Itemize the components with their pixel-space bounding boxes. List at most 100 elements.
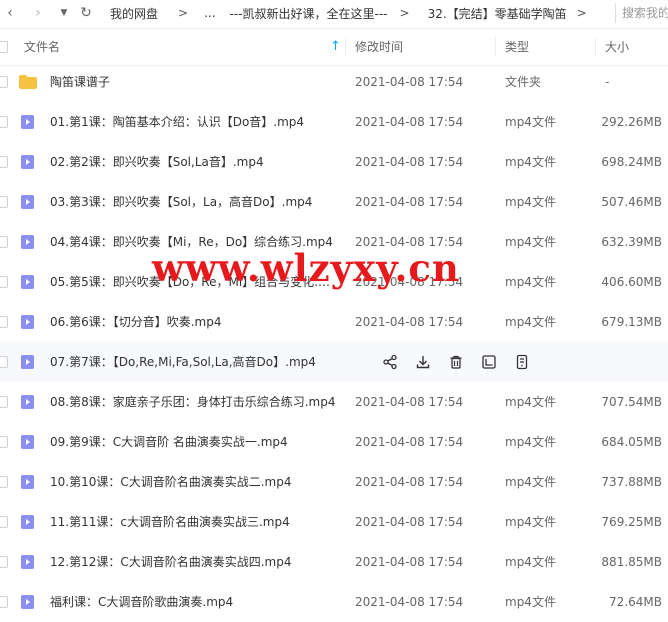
column-divider[interactable] xyxy=(595,37,596,57)
file-size: 72.64MB xyxy=(609,595,662,609)
row-checkbox[interactable] xyxy=(0,436,8,448)
modified-date: 2021-04-08 17:54 xyxy=(355,115,464,129)
row-checkbox[interactable] xyxy=(0,76,8,88)
file-row[interactable]: 03.第3课：即兴吹奏【Sol，La，高音Do】.mp4 2021-04-08 1… xyxy=(0,182,668,222)
video-file-icon xyxy=(18,554,38,570)
file-size: 632.39MB xyxy=(601,235,662,249)
column-modified-header[interactable]: 修改时间 xyxy=(355,29,403,65)
file-row[interactable]: 07.第7课：【Do,Re,Mi,Fa,Sol,La,高音Do】.mp4 xyxy=(0,342,668,382)
download-icon[interactable] xyxy=(413,353,432,371)
file-row[interactable]: 12.第12课：C大调音阶名曲演奏实战四.mp4 2021-04-08 17:54… xyxy=(0,542,668,582)
file-row[interactable]: 09.第9课：C大调音阶 名曲演奏实战一.mp4 2021-04-08 17:54… xyxy=(0,422,668,462)
file-type: mp4文件 xyxy=(505,435,556,449)
file-size: 707.54MB xyxy=(601,395,662,409)
file-type: mp4文件 xyxy=(505,235,556,249)
file-type: mp4文件 xyxy=(505,155,556,169)
file-name[interactable]: 03.第3课：即兴吹奏【Sol，La，高音Do】.mp4 xyxy=(50,182,340,222)
arrow-up-icon[interactable]: ↑ xyxy=(330,29,341,65)
row-checkbox[interactable] xyxy=(0,316,8,328)
modified-date: 2021-04-08 17:54 xyxy=(355,395,464,409)
file-name[interactable]: 福利课：C大调音阶歌曲演奏.mp4 xyxy=(50,582,340,622)
refresh-icon[interactable]: ↻ xyxy=(76,5,96,21)
video-file-icon xyxy=(18,154,38,170)
modified-date: 2021-04-08 17:54 xyxy=(355,155,464,169)
file-name[interactable]: 11.第11课：c大调音阶名曲演奏实战三.mp4 xyxy=(50,502,340,542)
file-name[interactable]: 08.第8课：家庭亲子乐团：身体打击乐综合练习.mp4 xyxy=(50,382,340,422)
chevron-right-icon[interactable]: › xyxy=(28,5,48,21)
file-row[interactable]: 02.第2课：即兴吹奏【Sol,La音】.mp4 2021-04-08 17:54… xyxy=(0,142,668,182)
file-type: mp4文件 xyxy=(505,395,556,409)
file-row[interactable]: 11.第11课：c大调音阶名曲演奏实战三.mp4 2021-04-08 17:54… xyxy=(0,502,668,542)
breadcrumb-parent[interactable]: ---凯叔新出好课，全在这里--- xyxy=(230,5,388,22)
video-file-icon xyxy=(18,474,38,490)
file-size: 881.85MB xyxy=(601,555,662,569)
file-name[interactable]: 06.第6课：【切分音】吹奏.mp4 xyxy=(50,302,340,342)
file-row[interactable]: 福利课：C大调音阶歌曲演奏.mp4 2021-04-08 17:54 mp4文件 72… xyxy=(0,582,668,622)
folder-row[interactable]: 陶笛课谱子 2021-04-08 17:54 文件夹 - xyxy=(0,62,668,102)
row-checkbox[interactable] xyxy=(0,196,8,208)
file-name[interactable]: 陶笛课谱子 xyxy=(50,62,340,102)
file-size: 406.60MB xyxy=(601,275,662,289)
column-size-header[interactable]: 大小 xyxy=(605,29,629,65)
file-type: mp4文件 xyxy=(505,475,556,489)
video-file-icon xyxy=(18,194,38,210)
watermark: www.wlzyxy.cn xyxy=(152,246,460,290)
search-input[interactable]: 搜索我的 xyxy=(615,3,668,23)
file-size: 737.88MB xyxy=(601,475,662,489)
file-type: mp4文件 xyxy=(505,555,556,569)
modified-date: 2021-04-08 17:54 xyxy=(355,75,464,89)
file-name[interactable]: 09.第9课：C大调音阶 名曲演奏实战一.mp4 xyxy=(50,422,340,462)
row-checkbox[interactable] xyxy=(0,476,8,488)
modified-date: 2021-04-08 17:54 xyxy=(355,475,464,489)
delete-icon[interactable] xyxy=(446,353,465,371)
row-checkbox[interactable] xyxy=(0,116,8,128)
file-name[interactable]: 12.第12课：C大调音阶名曲演奏实战四.mp4 xyxy=(50,542,340,582)
more-icon[interactable] xyxy=(512,353,531,371)
row-checkbox[interactable] xyxy=(0,556,8,568)
folder-icon xyxy=(18,74,38,90)
file-type: mp4文件 xyxy=(505,115,556,129)
file-row[interactable]: 08.第8课：家庭亲子乐团：身体打击乐综合练习.mp4 2021-04-08 17… xyxy=(0,382,668,422)
caret-down-icon[interactable]: ▼ xyxy=(54,8,74,18)
rename-icon[interactable] xyxy=(479,353,498,371)
modified-date: 2021-04-08 17:54 xyxy=(355,435,464,449)
select-all-checkbox[interactable] xyxy=(0,41,8,53)
file-type: mp4文件 xyxy=(505,315,556,329)
share-icon[interactable] xyxy=(380,353,399,371)
row-checkbox[interactable] xyxy=(0,156,8,168)
modified-date: 2021-04-08 17:54 xyxy=(355,515,464,529)
file-type: 文件夹 xyxy=(505,75,542,89)
modified-date: 2021-04-08 17:54 xyxy=(355,195,464,209)
row-checkbox[interactable] xyxy=(0,516,8,528)
file-row[interactable]: 06.第6课：【切分音】吹奏.mp4 2021-04-08 17:54 mp4文件 6… xyxy=(0,302,668,342)
file-row[interactable]: 10.第10课：C大调音阶名曲演奏实战二.mp4 2021-04-08 17:54… xyxy=(0,462,668,502)
breadcrumb-root[interactable]: 我的网盘 xyxy=(110,5,158,22)
file-size: 679.13MB xyxy=(601,315,662,329)
row-checkbox[interactable] xyxy=(0,236,8,248)
row-checkbox[interactable] xyxy=(0,276,8,288)
video-file-icon xyxy=(18,114,38,130)
column-divider[interactable] xyxy=(345,37,346,57)
row-checkbox[interactable] xyxy=(0,396,8,408)
row-checkbox[interactable] xyxy=(0,596,8,608)
breadcrumb-ellipsis[interactable]: ... xyxy=(204,6,215,20)
file-name[interactable]: 07.第7课：【Do,Re,Mi,Fa,Sol,La,高音Do】.mp4 xyxy=(50,342,370,382)
file-size: - xyxy=(605,75,610,89)
file-row[interactable]: 01.第1课：陶笛基本介绍：认识【Do音】.mp4 2021-04-08 17:5… xyxy=(0,102,668,142)
chevron-left-icon[interactable]: ‹ xyxy=(0,5,20,21)
file-name[interactable]: 01.第1课：陶笛基本介绍：认识【Do音】.mp4 xyxy=(50,102,340,142)
video-file-icon xyxy=(18,274,38,290)
video-file-icon xyxy=(18,594,38,610)
row-checkbox[interactable] xyxy=(0,356,8,368)
column-divider[interactable] xyxy=(495,37,496,57)
breadcrumb-separator: > xyxy=(399,6,410,20)
file-name[interactable]: 02.第2课：即兴吹奏【Sol,La音】.mp4 xyxy=(50,142,340,182)
column-type-header[interactable]: 类型 xyxy=(505,29,529,65)
file-size: 698.24MB xyxy=(601,155,662,169)
video-file-icon xyxy=(18,314,38,330)
column-name-header[interactable]: 文件名 xyxy=(24,29,60,65)
file-name[interactable]: 10.第10课：C大调音阶名曲演奏实战二.mp4 xyxy=(50,462,340,502)
breadcrumb-bar: ‹ › ▼ ↻ 我的网盘 > ... ---凯叔新出好课，全在这里--- > 3… xyxy=(0,0,668,26)
video-file-icon xyxy=(18,354,38,370)
file-type: mp4文件 xyxy=(505,515,556,529)
